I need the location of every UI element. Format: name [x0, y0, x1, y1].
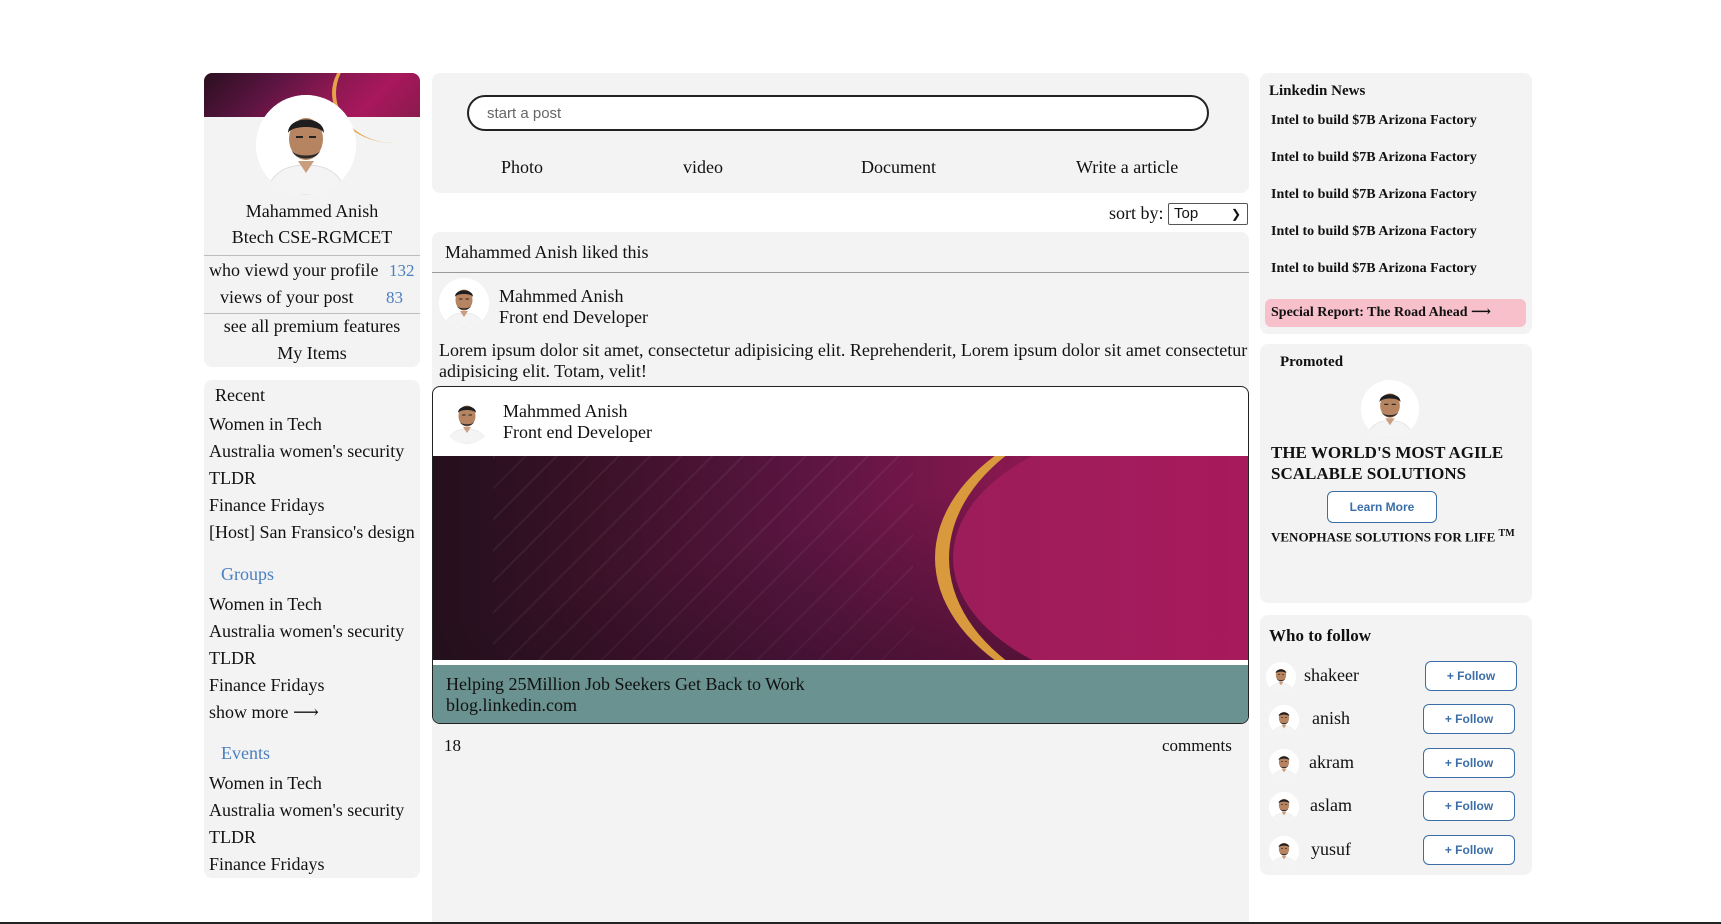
start-post-input[interactable]: [467, 95, 1209, 131]
shared-link-preview[interactable]: Helping 25Million Job Seekers Get Back t…: [433, 665, 1248, 723]
news-item[interactable]: Intel to build $7B Arizona Factory: [1271, 187, 1477, 203]
promoted-avatar[interactable]: [1361, 380, 1419, 438]
follow-suggestion: anish + Follow: [1260, 701, 1532, 741]
recent-item[interactable]: TLDR: [209, 468, 256, 489]
recent-item[interactable]: Finance Fridays: [209, 495, 324, 516]
suggestion-name[interactable]: anish: [1312, 708, 1350, 729]
author-role: Front end Developer: [499, 307, 648, 327]
follow-suggestion: akram + Follow: [1260, 745, 1532, 785]
suggestion-avatar[interactable]: [1266, 662, 1296, 692]
group-item[interactable]: Women in Tech: [209, 594, 322, 615]
profile-divider: [204, 313, 420, 314]
recent-title: Recent: [215, 385, 265, 405]
liked-by-text: Mahammed Anish liked this: [445, 242, 649, 262]
news-item[interactable]: Intel to build $7B Arizona Factory: [1271, 150, 1477, 166]
group-item[interactable]: Finance Fridays: [209, 675, 324, 696]
comments-link[interactable]: comments: [1162, 736, 1232, 756]
post-text: Lorem ipsum dolor sit amet, consectetur …: [439, 340, 1248, 381]
event-item[interactable]: Women in Tech: [209, 773, 322, 794]
event-item[interactable]: TLDR: [209, 827, 256, 848]
shared-link-url: blog.linkedin.com: [446, 695, 577, 715]
chevron-down-icon: ❯: [1230, 207, 1241, 221]
events-title[interactable]: Events: [221, 743, 270, 764]
write-article-action[interactable]: Write a article: [1076, 157, 1178, 178]
promoted-tagline: VENOPHASE SOLUTIONS FOR LIFE TM: [1271, 528, 1515, 545]
recent-card: Recent Women in Tech Australia women's s…: [204, 380, 420, 878]
promoted-tagline-text: VENOPHASE SOLUTIONS FOR LIFE: [1271, 529, 1496, 545]
who-to-follow-title: Who to follow: [1269, 626, 1371, 645]
groups-title[interactable]: Groups: [221, 564, 274, 585]
who-to-follow-card: Who to follow shakeer + Follow anish + F…: [1260, 615, 1532, 875]
follow-button[interactable]: + Follow: [1425, 661, 1517, 691]
shared-author-role: Front end Developer: [503, 422, 652, 442]
follow-button[interactable]: + Follow: [1423, 748, 1515, 778]
event-item[interactable]: Australia women's security: [209, 800, 404, 821]
suggestion-avatar[interactable]: [1269, 749, 1299, 779]
video-action[interactable]: video: [683, 157, 723, 178]
author-name[interactable]: Mahmmed Anish: [499, 286, 624, 307]
news-item[interactable]: Intel to build $7B Arizona Factory: [1271, 113, 1477, 129]
profile-avatar[interactable]: [256, 95, 356, 195]
post-divider: [432, 272, 1249, 273]
author-avatar[interactable]: [439, 278, 489, 328]
group-item[interactable]: TLDR: [209, 648, 256, 669]
suggestion-name[interactable]: shakeer: [1304, 665, 1359, 686]
likes-count[interactable]: 18: [444, 736, 461, 756]
recent-item[interactable]: [Host] San Fransico's design: [209, 522, 415, 543]
suggestion-name[interactable]: yusuf: [1311, 839, 1351, 860]
document-action[interactable]: Document: [861, 157, 936, 178]
news-title: Linkedin News: [1269, 83, 1366, 99]
news-item[interactable]: Intel to build $7B Arizona Factory: [1271, 261, 1477, 277]
learn-more-button[interactable]: Learn More: [1327, 491, 1437, 523]
suggestion-avatar[interactable]: [1269, 705, 1299, 735]
group-item[interactable]: Australia women's security: [209, 621, 404, 642]
premium-features-link[interactable]: see all premium features: [204, 316, 420, 337]
shared-author-avatar[interactable]: [442, 394, 492, 444]
shared-post-image[interactable]: [433, 456, 1248, 660]
show-more-link[interactable]: show more ⟶: [209, 702, 319, 723]
photo-action[interactable]: Photo: [501, 157, 543, 178]
promoted-card: Promoted THE WORLD'S MOST AGILE SCALABLE…: [1260, 344, 1532, 603]
post-views-count[interactable]: 83: [386, 288, 403, 308]
my-items-link[interactable]: My Items: [204, 343, 420, 364]
recent-item[interactable]: Australia women's security: [209, 441, 404, 462]
profile-card: Mahammed Anish Btech CSE-RGMCET who view…: [204, 73, 420, 367]
suggestion-name[interactable]: aslam: [1310, 795, 1352, 816]
special-report-link[interactable]: Special Report: The Road Ahead ⟶: [1265, 299, 1526, 327]
promoted-label: Promoted: [1280, 354, 1344, 370]
suggestion-avatar[interactable]: [1269, 792, 1299, 822]
follow-button[interactable]: + Follow: [1423, 704, 1515, 734]
recent-item[interactable]: Women in Tech: [209, 414, 322, 435]
post-composer: Photo video Document Write a article: [432, 73, 1249, 193]
follow-button[interactable]: + Follow: [1423, 791, 1515, 821]
news-item[interactable]: Intel to build $7B Arizona Factory: [1271, 224, 1477, 240]
shared-author-name[interactable]: Mahmmed Anish: [503, 401, 628, 422]
profile-views-label[interactable]: who viewd your profile: [209, 260, 378, 281]
follow-suggestion: shakeer + Follow: [1260, 658, 1532, 698]
promoted-headline: THE WORLD'S MOST AGILE SCALABLE SOLUTION…: [1271, 443, 1504, 483]
profile-headline: Btech CSE-RGMCET: [231, 227, 393, 247]
sort-select[interactable]: Top ❯: [1168, 203, 1248, 225]
trademark-mark: TM: [1498, 528, 1515, 539]
shared-post[interactable]: Mahmmed Anish Front end Developer Helpin…: [432, 386, 1249, 724]
news-card: Linkedin News Intel to build $7B Arizona…: [1260, 73, 1532, 334]
follow-suggestion: aslam + Follow: [1260, 788, 1532, 828]
feed-post: Mahammed Anish liked this Mahmmed Anish …: [432, 232, 1249, 924]
profile-views-count[interactable]: 132: [389, 261, 415, 281]
suggestion-name[interactable]: akram: [1309, 752, 1354, 773]
suggestion-avatar[interactable]: [1269, 836, 1299, 866]
follow-button[interactable]: + Follow: [1423, 835, 1515, 865]
shared-link-title: Helping 25Million Job Seekers Get Back t…: [446, 674, 805, 694]
profile-divider: [204, 255, 420, 256]
follow-suggestion: yusuf + Follow: [1260, 832, 1532, 872]
event-item[interactable]: Finance Fridays: [209, 854, 324, 875]
sort-label: sort by:: [1109, 203, 1164, 223]
post-views-label[interactable]: views of your post: [220, 287, 354, 308]
sort-value: Top: [1174, 205, 1199, 222]
profile-name[interactable]: Mahammed Anish: [204, 201, 420, 222]
